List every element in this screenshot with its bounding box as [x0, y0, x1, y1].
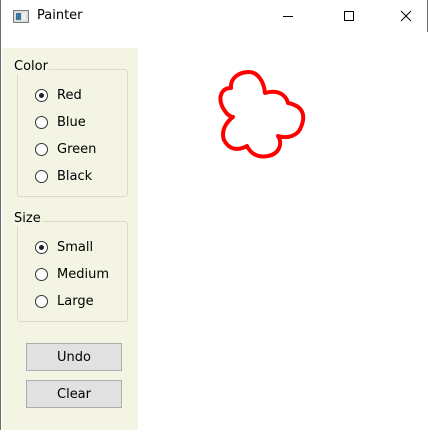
radio-label: Large	[57, 293, 94, 309]
close-button[interactable]	[383, 0, 428, 32]
radio-unchecked-icon	[35, 142, 48, 156]
minimize-button[interactable]	[265, 0, 311, 32]
radio-unchecked-icon	[35, 267, 48, 281]
drawing-canvas[interactable]	[138, 32, 428, 430]
close-icon	[400, 10, 412, 22]
size-radio-small[interactable]: Small	[35, 238, 93, 256]
radio-label: Medium	[57, 266, 109, 282]
size-group-title: Size	[13, 211, 42, 226]
radio-label: Green	[57, 141, 97, 157]
maximize-icon	[344, 11, 354, 21]
undo-button[interactable]: Undo	[26, 343, 122, 371]
size-radio-medium[interactable]: Medium	[35, 265, 109, 283]
radio-label: Red	[57, 87, 82, 103]
radio-checked-icon	[35, 88, 48, 102]
color-radio-blue[interactable]: Blue	[35, 113, 86, 131]
freehand-stroke	[218, 70, 306, 159]
painter-window: Painter Color Size Red Blue Green Black …	[0, 0, 428, 430]
color-group-title: Color	[13, 59, 49, 74]
radio-label: Small	[57, 239, 94, 255]
color-radio-black[interactable]: Black	[35, 167, 92, 185]
radio-unchecked-icon	[35, 169, 48, 183]
drawing-surface	[218, 70, 306, 159]
color-radio-green[interactable]: Green	[35, 140, 96, 158]
radio-unchecked-icon	[35, 294, 48, 308]
color-radio-red[interactable]: Red	[35, 86, 82, 104]
size-radio-large[interactable]: Large	[35, 292, 94, 310]
clear-button[interactable]: Clear	[26, 380, 122, 408]
radio-unchecked-icon	[35, 115, 48, 129]
radio-label: Blue	[57, 114, 86, 130]
maximize-button[interactable]	[326, 0, 372, 32]
radio-label: Black	[57, 168, 93, 184]
radio-checked-icon	[35, 240, 48, 254]
window-title: Painter	[37, 8, 83, 23]
app-icon	[13, 10, 29, 23]
title-bar[interactable]: Painter	[1, 0, 427, 32]
minimize-icon	[283, 16, 293, 17]
